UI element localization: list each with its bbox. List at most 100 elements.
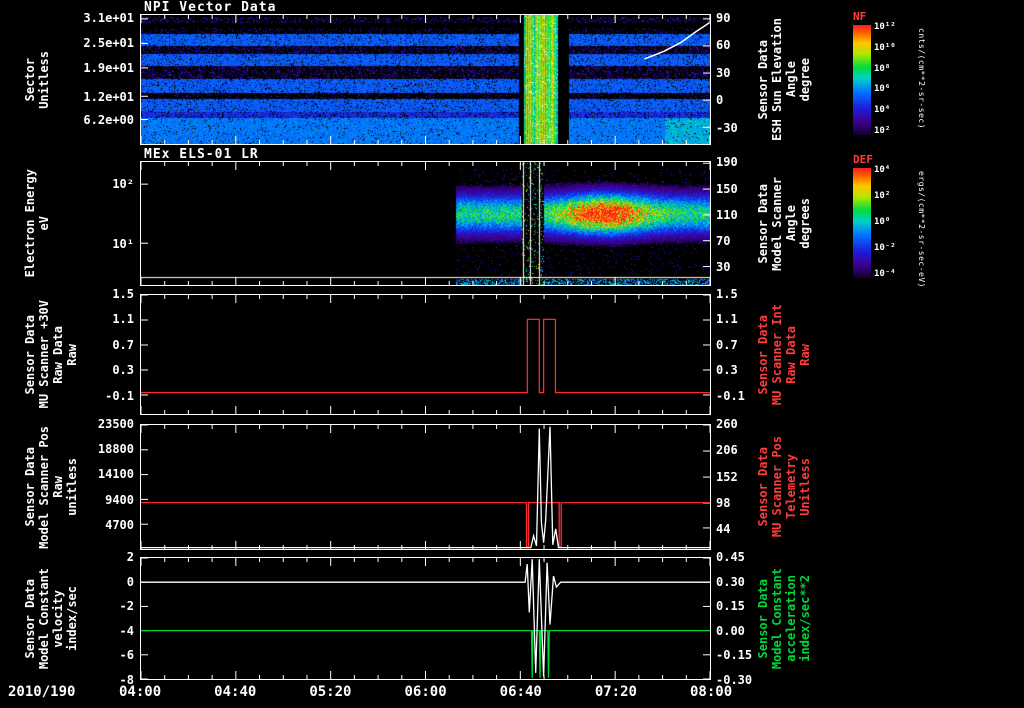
tick-label: 2.5e+01 <box>83 35 134 50</box>
colorbar-tick-label: 10⁶ <box>874 84 891 95</box>
panel-2-plot-area <box>140 161 711 286</box>
x-axis-time-label: 05:20 <box>309 684 352 700</box>
tick-label: 9400 <box>105 492 134 507</box>
axis-label-line: Sensor Data <box>756 39 770 120</box>
axis-label-line: index/sec**2 <box>798 575 812 662</box>
axis-label-line: Sensor Data <box>756 183 770 264</box>
axis-label-line: Model Scanner Pos <box>37 425 51 549</box>
x-axis-time-label: 06:00 <box>404 684 447 700</box>
tick-label: 260 <box>716 417 738 431</box>
tick-label: 0.7 <box>716 337 738 352</box>
panel-4-line-plot <box>141 425 710 549</box>
tick-label: 6.2e+00 <box>83 113 134 128</box>
panel-1-right-tick-labels: 90 60 30 0 -30 <box>716 10 760 145</box>
axis-label-line: Sensor Data <box>23 578 37 659</box>
axis-label-line: ESH Sun Elevation <box>770 18 784 141</box>
tick-label: -0.1 <box>105 388 134 403</box>
tick-label: 1.2e+01 <box>83 89 134 104</box>
colorbar-tick-label: 10² <box>874 125 891 136</box>
axis-label-line: Electron Energy <box>23 169 37 278</box>
panel-2-right-tick-labels: 190 150 110 70 30 <box>716 156 760 286</box>
tick-label: 0.00 <box>716 623 745 638</box>
tick-label: 3.1e+01 <box>83 10 134 25</box>
axis-label-line: Raw <box>798 343 812 366</box>
panel-3-right-tick-labels: 1.5 1.1 0.7 0.3 -0.1 <box>716 288 760 415</box>
axis-label-line: Sensor Data <box>23 447 37 527</box>
colorbar-tick-label: 10⁴ <box>874 165 891 176</box>
plot-page: NPI Vector Data Sector Unitless 3.1e+01 2.… <box>0 0 1024 708</box>
panel-mu-scanner-30v: Sensor Data MU Scanner +30V Raw Data Raw 1.… <box>0 288 1024 415</box>
tick-label: 44 <box>716 521 731 536</box>
def-colorbar: DEF 10⁴ 10² 10⁰ 10⁻² 10⁻⁴ ergs/(cm**2-sr-sec… <box>853 153 1023 288</box>
panel-2-right-axis-label: Sensor Data Model Scanner Angle degrees <box>756 161 812 286</box>
panel-model-constant: Sensor Data Model Constant velocity index/s… <box>0 551 1024 686</box>
def-colorbar-tick-labels: 10⁴ 10² 10⁰ 10⁻² 10⁻⁴ <box>874 165 914 278</box>
colorbar-tick-label: 10⁸ <box>874 63 891 74</box>
axis-label-line: Sensor Data <box>756 447 770 527</box>
panel-5-right-tick-labels: 0.45 0.30 0.15 0.00 -0.15 -0.30 <box>716 551 760 686</box>
axis-label-line: Model Constant <box>37 567 51 670</box>
def-colorbar-gradient <box>853 168 871 278</box>
panel-4-right-tick-labels: 260 206 152 98 44 <box>716 418 760 550</box>
tick-label: 0.15 <box>716 599 745 614</box>
axis-label-line: MU Scanner Int <box>770 303 784 406</box>
colorbar-tick-label: 10² <box>874 191 891 202</box>
panel-4-plot-area <box>140 424 711 550</box>
axis-label-line: Angle <box>784 205 798 242</box>
tick-label: 23500 <box>97 417 134 431</box>
axis-label-line: acceleration <box>784 575 798 662</box>
panel-2-axes-overlay <box>141 162 710 285</box>
tick-label: 90 <box>716 10 731 25</box>
tick-label: 14100 <box>97 467 134 482</box>
tick-label: -4 <box>119 623 134 638</box>
tick-label: 2 <box>126 550 134 564</box>
tick-label: 190 <box>716 155 738 170</box>
tick-label: 206 <box>716 443 738 458</box>
tick-label: -2 <box>119 599 134 614</box>
tick-label: -0.15 <box>716 648 753 663</box>
tick-label: 1.1 <box>112 312 134 327</box>
axis-label-line: Model Constant <box>770 567 784 670</box>
nf-colorbar: NF 10¹² 10¹⁰ 10⁸ 10⁶ 10⁴ 10² cnts/(cm**2-sr-s… <box>853 10 1023 136</box>
tick-label: -6 <box>119 648 134 663</box>
axis-label-line: Angle <box>784 61 798 98</box>
panel-5-right-axis-label: Sensor Data Model Constant acceleration ind… <box>756 557 812 680</box>
tick-label: 30 <box>716 260 731 275</box>
axis-label-line: degrees <box>798 198 812 249</box>
tick-label: 10² <box>112 176 134 191</box>
panel-5-line-plot <box>141 558 710 679</box>
panel-1-plot-area <box>140 14 711 145</box>
panel-4-right-axis-label: Sensor Data MU Scanner Pos Telemetry Unitle… <box>756 424 812 550</box>
tick-label: 60 <box>716 38 731 53</box>
panel-1-title: NPI Vector Data <box>144 0 277 15</box>
x-axis-date: 2010/190 <box>8 684 76 700</box>
tick-label: 150 <box>716 181 738 196</box>
tick-label: -0.1 <box>716 388 745 403</box>
axis-label-line: Sensor Data <box>23 314 37 395</box>
panel-3-left-tick-labels: 1.5 1.1 0.7 0.3 -0.1 <box>58 288 136 415</box>
tick-label: 0.7 <box>112 337 134 352</box>
axis-label-line: Sector <box>23 57 37 102</box>
x-axis-time-label: 06:40 <box>499 684 542 700</box>
def-colorbar-units: ergs/(cm**2-sr-sec-eV) <box>917 171 926 288</box>
tick-label: 10¹ <box>112 236 134 251</box>
nf-colorbar-gradient <box>853 25 871 135</box>
colorbar-tick-label: 10⁰ <box>874 216 891 227</box>
panel-4-left-tick-labels: 23500 18800 14100 9400 4700 <box>58 418 136 550</box>
tick-label: 0 <box>716 93 724 108</box>
panel-3-line-plot <box>141 295 710 414</box>
tick-label: 1.1 <box>716 312 738 327</box>
axis-label-line: MU Scanner Pos <box>770 436 784 538</box>
panel-3-plot-area <box>140 294 711 415</box>
axis-label-line: Unitless <box>37 50 51 109</box>
colorbar-tick-label: 10¹² <box>874 22 896 33</box>
tick-label: 30 <box>716 65 731 80</box>
tick-label: 0.30 <box>716 574 745 589</box>
colorbar-tick-label: 10⁻² <box>874 242 896 253</box>
axis-label-line: eV <box>37 216 51 231</box>
x-axis-time-label: 04:40 <box>214 684 257 700</box>
colorbar-tick-label: 10¹⁰ <box>874 42 896 53</box>
tick-label: 1.5 <box>112 287 134 301</box>
axis-label-line: MU Scanner +30V <box>37 300 51 409</box>
panel-1-right-axis-label: Sensor Data ESH Sun Elevation Angle degree <box>756 14 812 145</box>
